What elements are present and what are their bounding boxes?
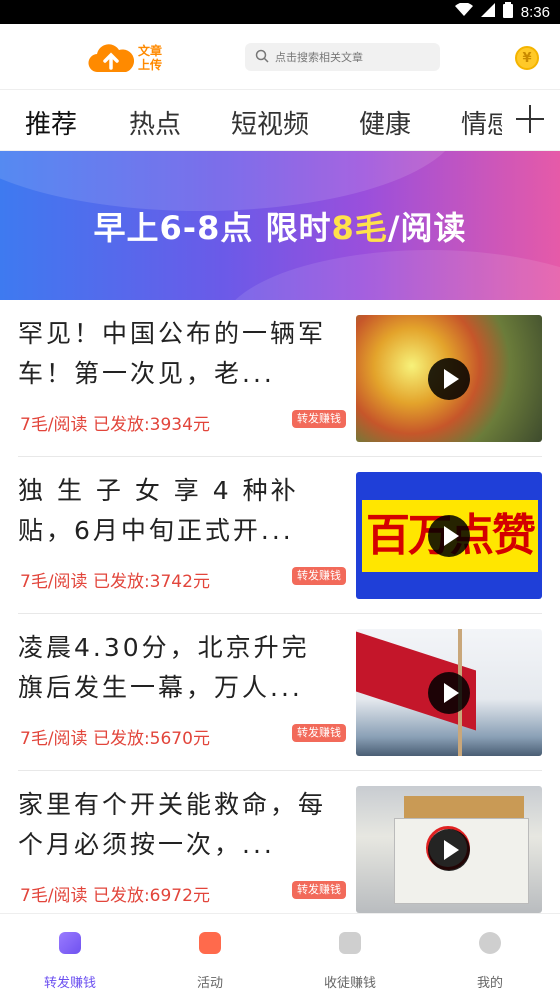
profile-icon (479, 932, 501, 954)
video-thumbnail[interactable] (356, 629, 542, 756)
article-title: 家里有个开关能救命，每个月必须按一次，... (18, 790, 327, 859)
list-item[interactable]: 家里有个开关能救命，每个月必须按一次，... 7毛/阅读 已发放:6972元 转… (0, 771, 560, 928)
share-earn-badge[interactable]: 转发赚钱 (292, 410, 346, 428)
play-icon[interactable] (428, 672, 470, 714)
promo-banner[interactable]: 早上6-8点 限时8毛/阅读 (0, 151, 560, 300)
signal-icon (480, 3, 495, 21)
search-placeholder: 点击搜索相关文章 (275, 51, 363, 64)
wifi-icon (454, 2, 473, 21)
share-earn-badge[interactable]: 转发赚钱 (292, 881, 346, 899)
list-item[interactable]: 独 生 子 女 享 4 种补贴，6月中旬正式开... 7毛/阅读 已发放:374… (0, 457, 560, 614)
clock: 8:36 (520, 3, 550, 21)
article-title: 独 生 子 女 享 4 种补贴，6月中旬正式开... (18, 476, 299, 545)
logo-line-2: 上传 (138, 58, 163, 72)
article-title: 凌晨4.30分，北京升完旗后发生一幕，万人... (18, 633, 310, 702)
article-icon (59, 932, 81, 954)
article-meta: 7毛/阅读 已发放:5670元 (20, 729, 210, 749)
nav-invite-earn[interactable]: 收徒赚钱 (280, 914, 420, 995)
logo-line-1: 文章 (138, 44, 163, 58)
nav-activity[interactable]: 活动 (140, 914, 280, 995)
app-header: 文章 上传 点击搜索相关文章 ¥ (0, 24, 560, 90)
nav-profile[interactable]: 我的 (420, 914, 560, 995)
list-item[interactable]: 凌晨4.30分，北京升完旗后发生一幕，万人... 7毛/阅读 已发放:5670元… (0, 614, 560, 771)
coin-icon[interactable]: ¥ (515, 46, 539, 70)
list-item[interactable]: 罕见！中国公布的一辆军车！第一次见，老... 7毛/阅读 已发放:3934元 转… (0, 300, 560, 457)
play-icon[interactable] (428, 829, 470, 871)
article-meta: 7毛/阅读 已发放:3934元 (20, 415, 210, 435)
article-meta: 7毛/阅读 已发放:3742元 (20, 572, 210, 592)
banner-headline: 早上6-8点 限时8毛/阅读 (93, 209, 467, 247)
battery-icon (502, 2, 513, 22)
play-icon[interactable] (428, 358, 470, 400)
tab-hot[interactable]: 热点 (129, 104, 181, 141)
gift-icon (199, 932, 221, 954)
tab-recommend[interactable]: 推荐 (25, 104, 77, 141)
user-add-icon (339, 932, 361, 954)
tab-emotion[interactable]: 情感 (461, 104, 502, 141)
video-thumbnail[interactable]: 百万点赞 (356, 472, 542, 599)
share-earn-badge[interactable]: 转发赚钱 (292, 724, 346, 742)
share-earn-badge[interactable]: 转发赚钱 (292, 567, 346, 585)
add-tab-icon[interactable] (514, 103, 546, 135)
nav-share-earn[interactable]: 转发赚钱 (0, 914, 140, 995)
play-icon[interactable] (428, 515, 470, 557)
search-input[interactable]: 点击搜索相关文章 (245, 43, 440, 71)
bottom-nav: 转发赚钱 活动 收徒赚钱 我的 (0, 913, 560, 995)
tab-health[interactable]: 健康 (359, 104, 411, 141)
video-thumbnail[interactable] (356, 315, 542, 442)
app-logo: 文章 上传 (88, 40, 162, 76)
category-tabs: 推荐 热点 短视频 健康 情感 (0, 91, 560, 151)
cloud-upload-icon (88, 42, 135, 74)
article-meta: 7毛/阅读 已发放:6972元 (20, 886, 210, 906)
search-icon (255, 48, 269, 67)
tab-short-video[interactable]: 短视频 (231, 104, 309, 141)
article-title: 罕见！中国公布的一辆军车！第一次见，老... (18, 319, 327, 388)
status-bar: 8:36 (0, 0, 560, 24)
video-thumbnail[interactable] (356, 786, 542, 913)
